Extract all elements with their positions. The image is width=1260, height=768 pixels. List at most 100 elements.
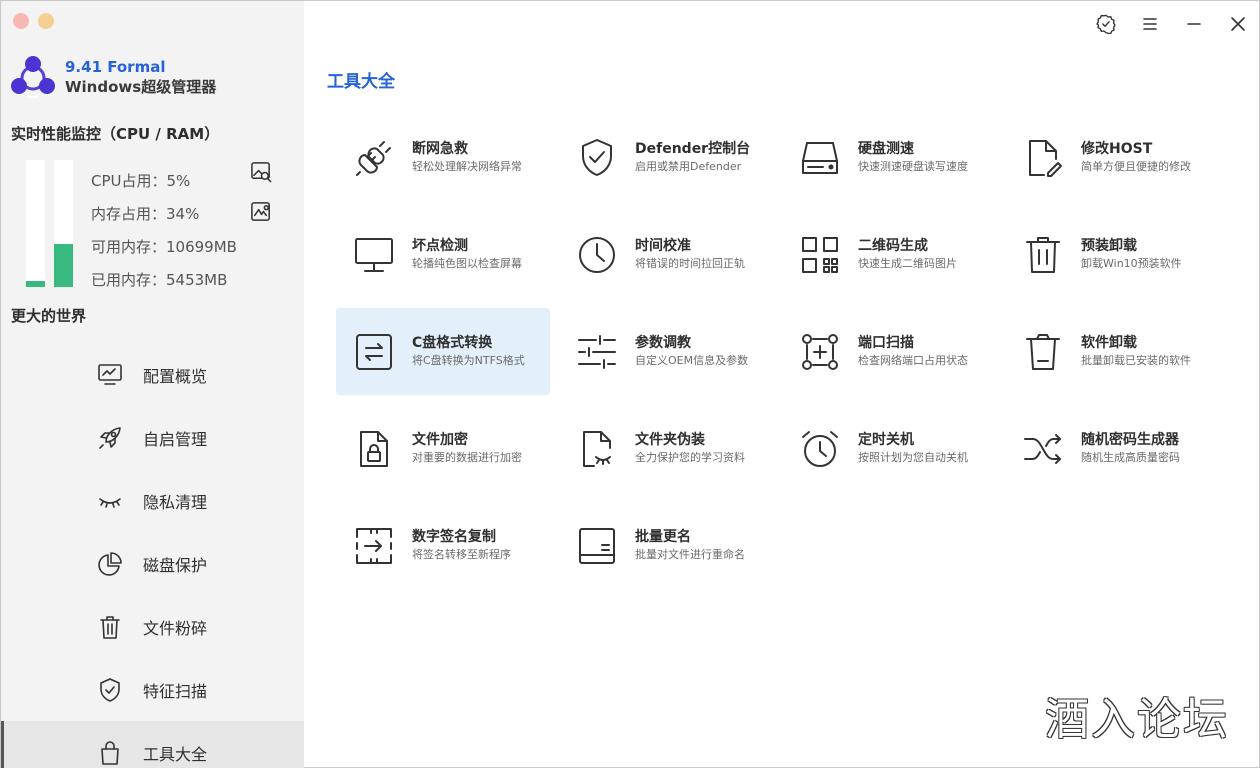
tool-network-rescue[interactable]: 断网急救 轻松处理解决网络异常: [336, 114, 550, 201]
tool-defender-console[interactable]: Defender控制台 启用或禁用Defender: [559, 114, 773, 201]
sidebar-item-signature-scan[interactable]: 特征扫描: [1, 658, 304, 721]
tool-time-sync[interactable]: 时间校准 将错误的时间拉回正轨: [559, 211, 773, 298]
tool-name: 时间校准: [635, 238, 691, 254]
tool-name: 端口扫描: [858, 335, 914, 351]
file-hidden-icon: [576, 428, 618, 470]
tool-name: 数字签名复制: [412, 529, 496, 545]
minimize-button[interactable]: [1183, 13, 1205, 35]
sidebar-item-disk-protect[interactable]: 磁盘保护: [1, 532, 304, 595]
sidebar-item-toolbox[interactable]: 工具大全: [1, 721, 304, 768]
minimize-icon: [1187, 23, 1201, 25]
tool-dead-pixel-test[interactable]: 坏点检测 轮播纯色图以检查屏幕: [336, 211, 550, 298]
image-search-button[interactable]: [250, 161, 273, 184]
rocket-icon: [97, 425, 123, 451]
tool-signature-copy[interactable]: 数字签名复制 将签名转移至新程序: [336, 502, 550, 589]
tool-preinstalled-uninstall[interactable]: 预装卸载 卸载Win10预装软件: [1005, 211, 1219, 298]
tool-name: C盘格式转换: [412, 335, 493, 351]
close-icon: [1231, 17, 1245, 31]
tool-name: 预装卸载: [1081, 238, 1137, 254]
tool-software-uninstall[interactable]: 软件卸载 批量卸载已安装的软件: [1005, 308, 1219, 395]
tool-random-password[interactable]: 随机密码生成器 随机生成高质量密码: [1005, 405, 1219, 492]
tool-disk-speed-test[interactable]: 硬盘测速 快速测速硬盘读写速度: [782, 114, 996, 201]
sidebar-section-title: 更大的世界: [11, 307, 87, 325]
sliders-icon: [576, 331, 618, 373]
image-search-icon: [251, 162, 272, 183]
tool-desc: 快速测速硬盘读写速度: [858, 160, 968, 173]
tool-desc: 对重要的数据进行加密: [412, 451, 522, 464]
tool-folder-disguise[interactable]: 文件夹伪装 全力保护您的学习资料: [559, 405, 773, 492]
sidebar-item-config-overview[interactable]: 配置概览: [1, 343, 304, 406]
sidebar-item-label: 自启管理: [143, 429, 208, 449]
sidebar-item-startup-manager[interactable]: 自启管理: [1, 406, 304, 469]
sidebar-item-privacy-clean[interactable]: 隐私清理: [1, 469, 304, 532]
hard-drive-icon: [799, 137, 841, 179]
performance-monitor-title: 实时性能监控（CPU / RAM）: [11, 125, 220, 143]
menu-button[interactable]: [1139, 13, 1161, 35]
tool-desc: 批量对文件进行重命名: [635, 548, 745, 561]
tool-desc: 检查网络端口占用状态: [858, 354, 968, 367]
used-memory-text: 已用内存：5453MB: [91, 271, 228, 289]
closed-eye-icon: [97, 488, 123, 514]
trash-icon: [1022, 234, 1064, 276]
tool-name: 批量更名: [635, 529, 691, 545]
image-activity-button[interactable]: [250, 201, 273, 224]
main-content: 工具大全 断网急救 轻松处理解决网络异常 Defender控制台 启用或禁用De…: [304, 1, 1259, 767]
tool-name: 文件加密: [412, 432, 468, 448]
shield-check-icon: [97, 677, 123, 703]
close-window-dot[interactable]: [13, 13, 29, 29]
watermark-text: 酒入论坛: [1045, 694, 1229, 745]
tool-port-scan[interactable]: 端口扫描 检查网络端口占用状态: [782, 308, 996, 395]
tool-name: 软件卸载: [1081, 335, 1137, 351]
window-controls: [1095, 13, 1249, 35]
sidebar-item-label: 文件粉碎: [143, 618, 208, 638]
port-scan-icon: [799, 331, 841, 373]
file-edit-icon: [1022, 137, 1064, 179]
sidebar-item-label: 磁盘保护: [143, 555, 208, 575]
tool-scheduled-shutdown[interactable]: 定时关机 按照计划为您自动关机: [782, 405, 996, 492]
close-button[interactable]: [1227, 13, 1249, 35]
sidebar-nav: 配置概览 自启管理 隐私清理 磁盘保护 文件粉碎 特征扫描 工具大全: [1, 343, 304, 768]
rename-icon: [576, 525, 618, 567]
tool-name: 二维码生成: [858, 238, 928, 254]
cpu-usage-text: CPU占用：5%: [91, 172, 191, 190]
tool-parameter-tuning[interactable]: 参数调教 自定义OEM信息及参数: [559, 308, 773, 395]
tool-desc: 快速生成二维码图片: [858, 257, 957, 270]
tool-name: 文件夹伪装: [635, 432, 705, 448]
tool-name: Defender控制台: [635, 141, 751, 157]
tool-name: 修改HOST: [1081, 141, 1153, 157]
verified-badge-icon: [1096, 14, 1116, 34]
tool-desc: 简单方便且便捷的修改: [1081, 160, 1191, 173]
plug-icon: [353, 137, 395, 179]
tool-name: 参数调教: [635, 335, 691, 351]
hamburger-menu-icon: [1143, 18, 1157, 30]
tool-file-encrypt[interactable]: 文件加密 对重要的数据进行加密: [336, 405, 550, 492]
tool-qr-generator[interactable]: 二维码生成 快速生成二维码图片: [782, 211, 996, 298]
trash-can-icon: [1022, 331, 1064, 373]
cpu-usage-bar: [26, 160, 45, 287]
tool-desc: 启用或禁用Defender: [635, 160, 742, 173]
shuffle-icon: [1022, 428, 1064, 470]
verified-badge-button[interactable]: [1095, 13, 1117, 35]
tool-desc: 将错误的时间拉回正轨: [635, 257, 745, 270]
window-traffic-lights: [13, 13, 54, 29]
minimize-window-dot[interactable]: [38, 13, 54, 29]
tool-batch-rename[interactable]: 批量更名 批量对文件进行重命名: [559, 502, 773, 589]
sidebar-item-label: 特征扫描: [143, 681, 208, 701]
brand: 9.41 Formal Windows超级管理器: [10, 55, 216, 99]
tool-desc: 轻松处理解决网络异常: [412, 160, 522, 173]
tool-name: 断网急救: [412, 141, 468, 157]
app-name: Windows超级管理器: [65, 78, 217, 96]
tool-desc: 自定义OEM信息及参数: [635, 354, 749, 367]
signature-copy-icon: [353, 525, 395, 567]
tool-edit-hosts[interactable]: 修改HOST 简单方便且便捷的修改: [1005, 114, 1219, 201]
sidebar-item-file-shredder[interactable]: 文件粉碎: [1, 595, 304, 658]
sidebar-item-label: 配置概览: [143, 366, 208, 386]
sidebar-item-label: 工具大全: [143, 744, 208, 764]
ram-usage-bar-fill: [54, 243, 73, 287]
sidebar: 9.41 Formal Windows超级管理器 实时性能监控（CPU / RA…: [1, 1, 304, 768]
qr-code-icon: [799, 234, 841, 276]
clock-icon: [576, 234, 618, 276]
tool-c-drive-convert[interactable]: C盘格式转换 将C盘转换为NTFS格式: [336, 308, 550, 395]
tool-desc: 卸载Win10预装软件: [1081, 257, 1182, 270]
image-activity-icon: [251, 202, 270, 221]
